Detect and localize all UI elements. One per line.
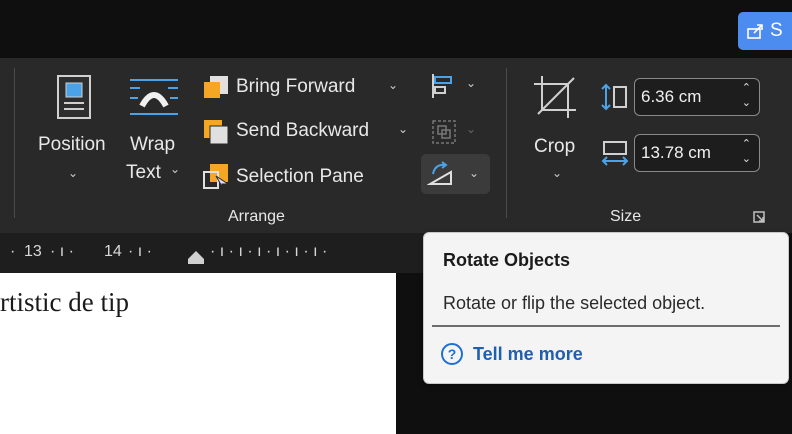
position-icon	[57, 75, 91, 119]
tooltip-description: Rotate or flip the selected object.	[443, 293, 706, 313]
shape-width-value: 13.78 cm	[641, 143, 711, 162]
selection-pane-button[interactable]: Selection Pane	[198, 160, 398, 194]
arrange-group-label: Arrange	[228, 208, 285, 225]
align-button[interactable]: ⌄	[428, 70, 484, 104]
ruler-dot: ·	[10, 243, 16, 260]
crop-label: Crop	[534, 136, 576, 157]
ruler-dot: · ı · ı · ı · ı · ı · ı ·	[210, 243, 328, 260]
send-backward-button[interactable]: Send Backward ⌄	[198, 116, 412, 150]
wrap-text-label: Text	[126, 162, 161, 183]
share-button[interactable]: S	[738, 12, 792, 50]
bring-forward-label: Bring Forward	[236, 76, 356, 97]
selection-pane-icon	[203, 164, 230, 191]
chevron-down-icon: ⌄	[170, 162, 181, 176]
position-label: Position	[38, 134, 106, 155]
group-button[interactable]: ⌄	[428, 116, 484, 150]
crop-icon	[534, 76, 576, 118]
ruler-number: 13	[24, 243, 42, 260]
shape-height-icon	[601, 83, 627, 111]
group-icon	[432, 120, 456, 144]
ruler-dot: · ı ·	[128, 243, 152, 260]
chevron-down-icon: ⌄	[466, 122, 477, 136]
tooltip-title: Rotate Objects	[443, 250, 571, 270]
size-group-label: Size	[610, 208, 642, 225]
group-separator	[506, 68, 507, 218]
horizontal-ruler[interactable]: · 13 · ı · 14 · ı · · ı · ı · ı · ı · ı …	[0, 233, 430, 273]
dialog-launcher-icon[interactable]	[752, 210, 766, 224]
share-label: S	[770, 20, 783, 41]
help-icon: ?	[441, 343, 463, 365]
tooltip-divider	[432, 325, 780, 327]
chevron-down-icon: ⌄	[388, 78, 399, 92]
shape-height-input[interactable]: 6.36 cm ⌃ ⌄	[634, 78, 760, 116]
position-button[interactable]: Position ⌄	[32, 72, 116, 192]
spin-arrows-icon[interactable]: ⌃ ⌄	[742, 81, 751, 111]
spin-arrows-icon[interactable]: ⌃ ⌄	[742, 137, 751, 167]
chevron-down-icon: ⌄	[68, 166, 79, 180]
align-icon	[432, 74, 452, 98]
rotate-objects-tooltip: Rotate Objects Rotate or flip the select…	[423, 232, 789, 384]
share-icon	[747, 24, 763, 39]
shape-width-input[interactable]: 13.78 cm ⌃ ⌄	[634, 134, 760, 172]
shape-width-icon	[601, 141, 629, 166]
ribbon: Position ⌄ Wrap Text ⌄ Bring Forward ⌄ S…	[0, 58, 792, 233]
crop-button[interactable]: Crop ⌄	[522, 72, 592, 192]
rotate-objects-button[interactable]: ⌄	[421, 154, 490, 194]
chevron-down-icon: ⌄	[469, 166, 480, 180]
wrap-text-icon	[130, 79, 178, 115]
indent-marker-icon[interactable]	[186, 249, 206, 265]
group-separator	[14, 68, 15, 218]
document-text: rtistic de tip	[0, 287, 129, 317]
bring-forward-icon	[204, 76, 228, 98]
tell-me-more-label: Tell me more	[473, 343, 583, 364]
shape-height-value: 6.36 cm	[641, 87, 702, 106]
chevron-down-icon: ⌄	[552, 166, 563, 180]
wrap-text-button[interactable]: Wrap Text ⌄	[120, 72, 190, 192]
send-backward-label: Send Backward	[236, 120, 370, 141]
bring-forward-button[interactable]: Bring Forward ⌄	[198, 72, 412, 106]
ruler-number: 14	[104, 243, 122, 260]
ruler-dot: · ı ·	[50, 243, 74, 260]
title-bar: S	[0, 0, 792, 58]
tell-me-more-link[interactable]: ? Tell me more	[441, 343, 583, 365]
send-backward-icon	[204, 120, 229, 145]
chevron-down-icon: ⌄	[398, 122, 409, 136]
rotate-icon	[427, 161, 452, 185]
document-page[interactable]: rtistic de tip	[0, 273, 396, 434]
chevron-down-icon: ⌄	[466, 76, 477, 90]
wrap-label: Wrap	[130, 134, 176, 155]
selection-pane-label: Selection Pane	[236, 166, 364, 187]
